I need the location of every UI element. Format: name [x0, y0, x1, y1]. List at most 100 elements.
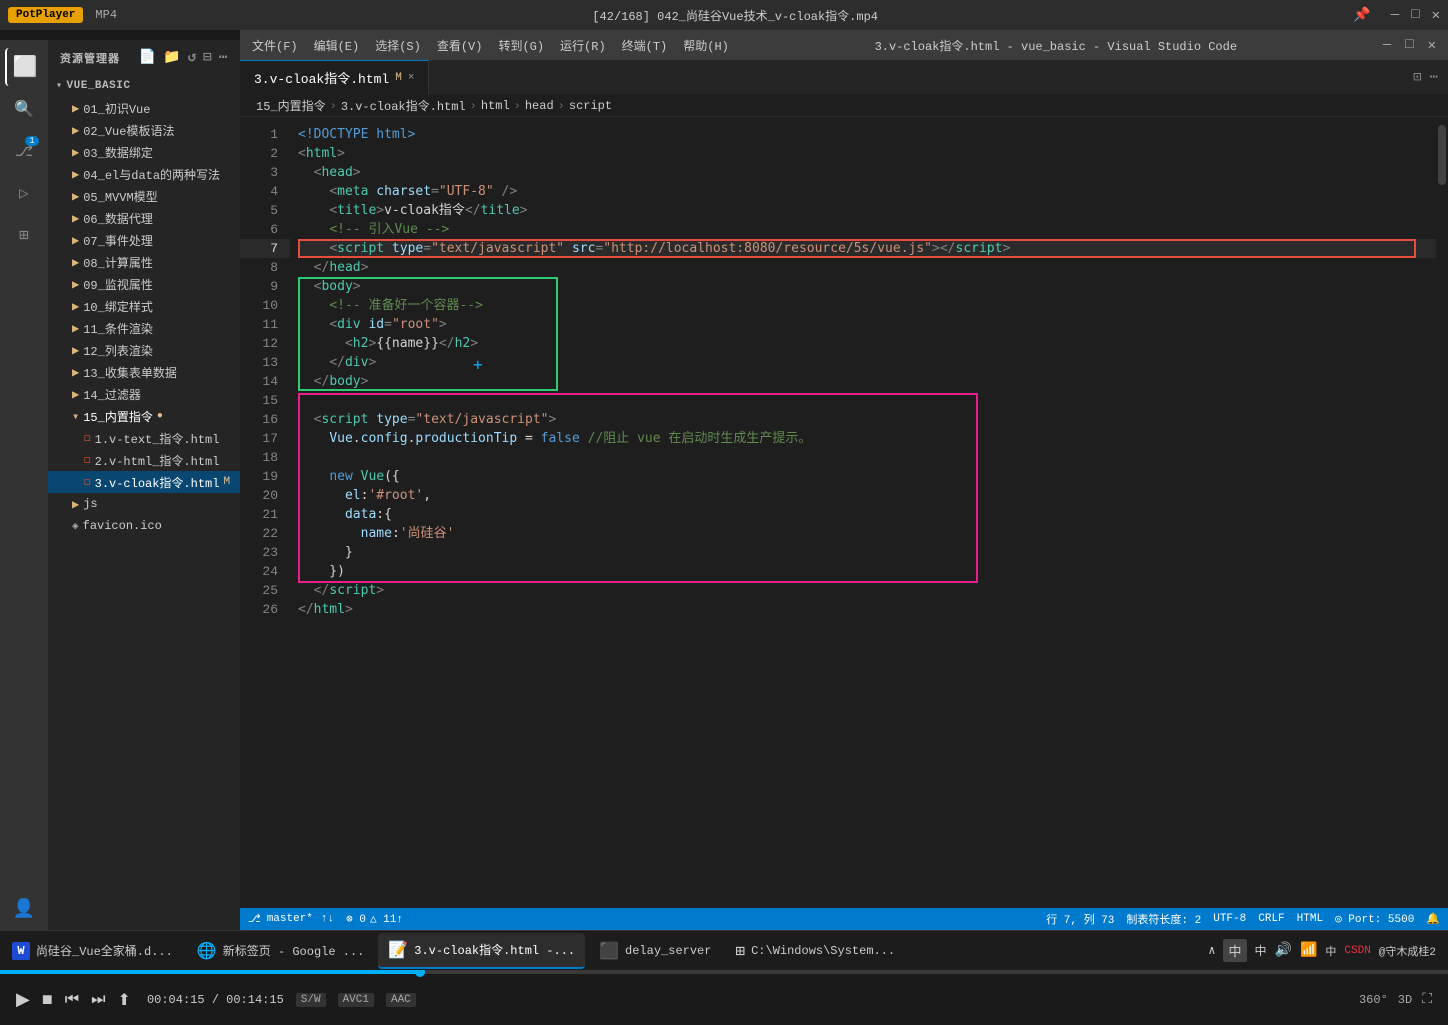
status-encoding[interactable]: UTF-8	[1213, 913, 1246, 925]
folder-05[interactable]: ▶ 05_MVVM模型	[48, 185, 240, 207]
status-warnings[interactable]: △ 11↑	[370, 912, 403, 926]
next-btn[interactable]: ⏭	[91, 991, 105, 1009]
refresh-icon[interactable]: ↺	[188, 49, 197, 66]
win-minimize[interactable]: —	[1391, 7, 1399, 23]
folder-09[interactable]: ▶ 09_监视属性	[48, 273, 240, 295]
tab-label: 3.v-cloak指令.html	[254, 68, 389, 87]
code-line-26: </html>	[298, 600, 1436, 619]
win-close[interactable]: ✕	[1432, 7, 1440, 24]
folder-04[interactable]: ▶ 04_el与data的两种写法	[48, 163, 240, 185]
degree-360[interactable]: 360°	[1359, 993, 1388, 1007]
git-branch-label[interactable]: master*	[267, 913, 313, 925]
vscode-maximize[interactable]: □	[1405, 37, 1413, 54]
file-2-v-html[interactable]: ◻ 2.v-html_指令.html	[48, 449, 240, 471]
prev-btn[interactable]: ⏮	[65, 991, 79, 1009]
line-num-6: 6	[240, 220, 290, 239]
split-editor-icon[interactable]: ⊡	[1413, 69, 1421, 86]
pin-icon[interactable]: 📌	[1353, 7, 1370, 24]
folder-03[interactable]: ▶ 03_数据绑定	[48, 141, 240, 163]
folder-12[interactable]: ▶ 12_列表渲染	[48, 339, 240, 361]
folder-07[interactable]: ▶ 07_事件处理	[48, 229, 240, 251]
sidebar-icon-extensions[interactable]: ⊞	[5, 216, 43, 254]
status-row-col[interactable]: 行 7, 列 73	[1046, 911, 1114, 927]
folder-15[interactable]: ▾ 15_内置指令 ●	[48, 405, 240, 427]
folder-11[interactable]: ▶ 11_条件渲染	[48, 317, 240, 339]
upload-btn[interactable]: ⬆	[118, 990, 131, 1010]
tray-lang[interactable]: 中	[1223, 939, 1246, 962]
tray-time[interactable]: 中	[1325, 943, 1336, 959]
vscode-statusbar: ⎇ master* ↑↓ ⊗ 0 △ 11↑ 行 7, 列 73 制表符长度: …	[240, 908, 1448, 930]
menu-select[interactable]: 选择(S)	[375, 37, 421, 54]
tab-close[interactable]: ×	[408, 72, 415, 84]
tray-arrow[interactable]: ∧	[1208, 943, 1215, 958]
menu-view[interactable]: 查看(V)	[437, 37, 483, 54]
folder-10[interactable]: ▶ 10_绑定样式	[48, 295, 240, 317]
crumb-4[interactable]: head	[525, 99, 554, 113]
fullscreen-icon[interactable]: ⛶	[1422, 992, 1432, 1008]
tab-active[interactable]: 3.v-cloak指令.html M ×	[240, 60, 429, 95]
sidebar-icon-explorer[interactable]: ⬜	[5, 48, 43, 86]
scrollbar-thumb[interactable]	[1438, 125, 1446, 185]
more-tabs-icon[interactable]: ⋯	[1430, 69, 1438, 86]
folder-02[interactable]: ▶ 02_Vue模板语法	[48, 119, 240, 141]
taskbar-app-cmd[interactable]: ⊞ C:\Windows\System...	[725, 933, 905, 969]
status-errors[interactable]: ⊗ 0	[346, 912, 366, 926]
stop-btn[interactable]: ■	[42, 989, 53, 1010]
more-actions-icon[interactable]: ⋯	[219, 49, 228, 66]
sidebar-icon-debug[interactable]: ▷	[5, 174, 43, 212]
folder-08[interactable]: ▶ 08_计算属性	[48, 251, 240, 273]
taskbar-app-vscode[interactable]: 📝 3.v-cloak指令.html -...	[378, 933, 585, 969]
menu-help[interactable]: 帮助(H)	[683, 37, 729, 54]
tray-network[interactable]: 📶	[1300, 942, 1317, 959]
crumb-5[interactable]: script	[569, 99, 612, 113]
vscode-minimize[interactable]: —	[1383, 37, 1391, 54]
debug-icon: ▷	[19, 183, 29, 203]
status-indent[interactable]: 制表符长度: 2	[1126, 911, 1201, 927]
sidebar-icon-account[interactable]: 👤	[5, 890, 43, 928]
player-progress-bar[interactable]	[0, 970, 1448, 974]
tray-csdn[interactable]: CSDN	[1344, 945, 1370, 957]
menu-run[interactable]: 运行(R)	[560, 37, 606, 54]
menu-goto[interactable]: 转到(G)	[498, 37, 544, 54]
file-1-v-text[interactable]: ◻ 1.v-text_指令.html	[48, 427, 240, 449]
word-label: 尚硅谷_Vue全家桶.d...	[36, 942, 173, 959]
code-content[interactable]: + <!DOCTYPE html> <html> <head> <me	[290, 117, 1436, 908]
taskbar-app-word[interactable]: W 尚硅谷_Vue全家桶.d...	[2, 933, 183, 969]
menu-file[interactable]: 文件(F)	[252, 37, 298, 54]
tray-user[interactable]: @守木成桂2	[1379, 943, 1436, 959]
taskbar-app-chrome[interactable]: 🌐 新标签页 - Google ...	[187, 933, 375, 969]
folder-13[interactable]: ▶ 13_收集表单数据	[48, 361, 240, 383]
win-maximize[interactable]: □	[1411, 7, 1419, 23]
crumb-1[interactable]: 15_内置指令	[256, 97, 326, 114]
crumb-2[interactable]: 3.v-cloak指令.html	[341, 97, 466, 114]
degree-3d[interactable]: 3D	[1398, 993, 1412, 1007]
sidebar-icon-search[interactable]: 🔍	[5, 90, 43, 128]
potplayer-logo[interactable]: PotPlayer	[8, 7, 83, 23]
taskbar-app-server[interactable]: ⬛ delay_server	[589, 933, 721, 969]
status-port[interactable]: ◎ Port: 5500	[1335, 912, 1414, 926]
menu-terminal[interactable]: 终端(T)	[622, 37, 668, 54]
collapse-icon[interactable]: ⊟	[203, 49, 212, 66]
new-file-icon[interactable]: 📄	[139, 49, 157, 66]
new-folder-icon[interactable]: 📁	[163, 49, 181, 66]
status-notification[interactable]: 🔔	[1426, 912, 1440, 926]
folder-06[interactable]: ▶ 06_数据代理	[48, 207, 240, 229]
tray-volume[interactable]: 🔊	[1275, 942, 1292, 959]
folder-14[interactable]: ▶ 14_过滤器	[48, 383, 240, 405]
file-favicon[interactable]: ◈ favicon.ico	[48, 515, 240, 537]
status-sync-icon[interactable]: ↑↓	[321, 913, 334, 925]
vscode-close[interactable]: ✕	[1428, 37, 1436, 54]
player-right: 360° 3D ⛶	[1359, 992, 1432, 1008]
folder-js[interactable]: ▶ js	[48, 493, 240, 515]
crumb-3[interactable]: html	[481, 99, 510, 113]
menu-edit[interactable]: 编辑(E)	[314, 37, 360, 54]
play-btn[interactable]: ▶	[16, 989, 30, 1010]
tray-ime[interactable]: 中	[1255, 942, 1267, 959]
status-language[interactable]: HTML	[1297, 913, 1323, 925]
vue-basic-root[interactable]: ▾ VUE_BASIC	[48, 75, 240, 97]
sidebar-icon-source-control[interactable]: ⎇ 1	[5, 132, 43, 170]
status-line-ending[interactable]: CRLF	[1258, 913, 1284, 925]
scrollbar[interactable]	[1436, 117, 1448, 908]
file-3-v-cloak[interactable]: ◻ 3.v-cloak指令.html M	[48, 471, 240, 493]
folder-01[interactable]: ▶ 01_初识Vue	[48, 97, 240, 119]
